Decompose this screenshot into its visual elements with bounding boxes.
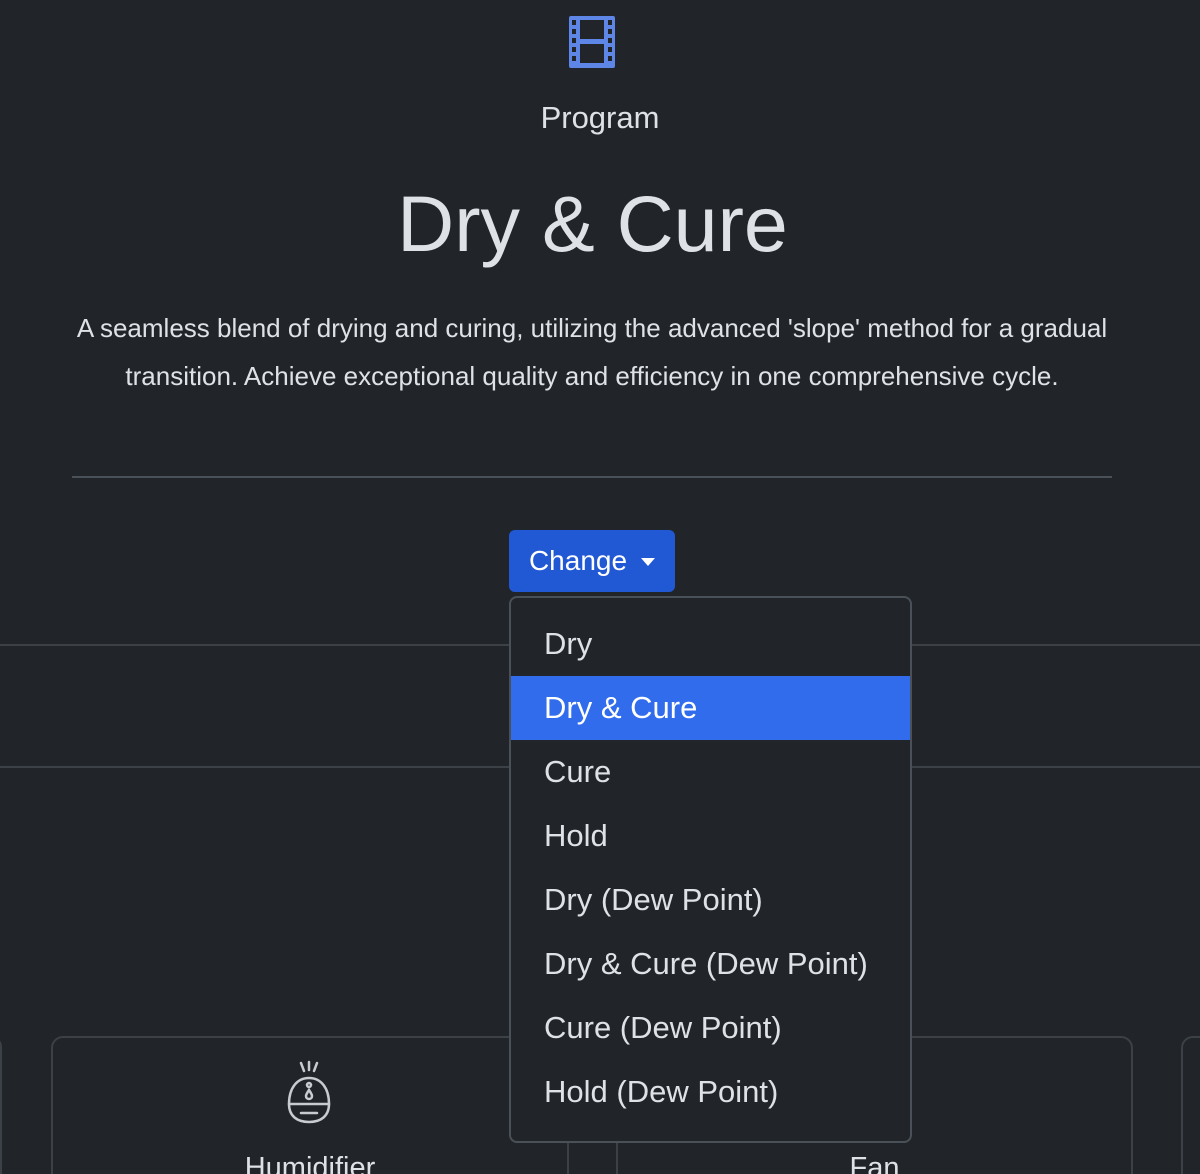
- program-page: Program Dry & Cure A seamless blend of d…: [0, 0, 1200, 1174]
- dropdown-item-dry-dew-point[interactable]: Dry (Dew Point): [511, 868, 910, 932]
- dropdown-item-dry-cure[interactable]: Dry & Cure: [511, 676, 910, 740]
- caret-down-icon: [641, 558, 656, 566]
- device-card[interactable]: [1181, 1036, 1200, 1174]
- program-dropdown-menu: Dry Dry & Cure Cure Hold Dry (Dew Point)…: [509, 596, 912, 1143]
- humidifier-icon: [287, 1060, 331, 1124]
- program-description: A seamless blend of drying and curing, u…: [76, 313, 1108, 391]
- dropdown-item-hold[interactable]: Hold: [511, 804, 910, 868]
- dropdown-item-cure-dew-point[interactable]: Cure (Dew Point): [511, 996, 910, 1060]
- dropdown-item-dry[interactable]: Dry: [511, 612, 910, 676]
- dropdown-item-hold-dew-point[interactable]: Hold (Dew Point): [511, 1060, 910, 1124]
- device-card[interactable]: [0, 1036, 2, 1174]
- page-title: Dry & Cure: [397, 179, 788, 268]
- dropdown-item-dry-cure-dew-point[interactable]: Dry & Cure (Dew Point): [511, 932, 910, 996]
- change-button[interactable]: Change: [509, 530, 675, 592]
- divider: [72, 476, 1112, 478]
- film-icon: [569, 16, 615, 68]
- humidifier-label: Humidifier: [244, 1152, 376, 1174]
- dropdown-item-cure[interactable]: Cure: [511, 740, 910, 804]
- change-button-label: Change: [528, 545, 628, 576]
- fan-label: Fan: [849, 1152, 900, 1174]
- program-label: Program: [540, 100, 660, 135]
